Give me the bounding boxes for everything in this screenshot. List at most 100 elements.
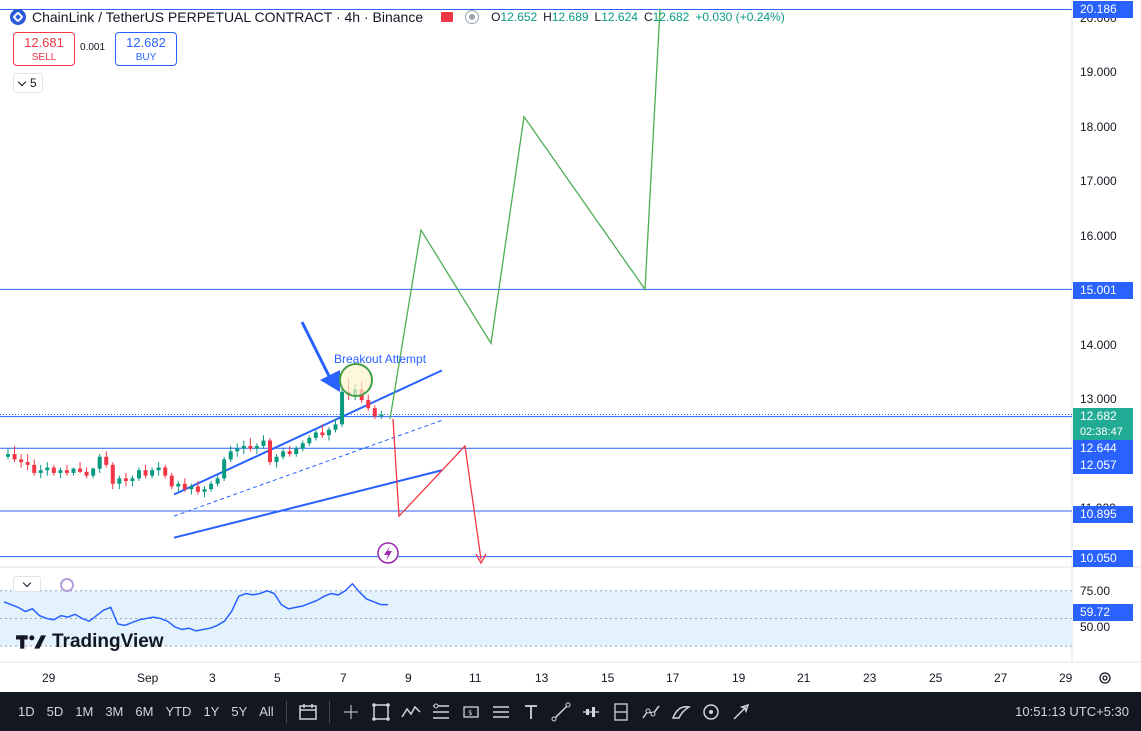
chart-area[interactable]: ChainLink / TetherUS PERPETUAL CONTRACT … — [0, 0, 1141, 692]
candle — [294, 445, 299, 457]
measure-icon[interactable] — [696, 692, 726, 731]
text-tool-icon[interactable] — [516, 692, 546, 731]
candle-body — [110, 464, 115, 484]
price-tick: 14.000 — [1080, 338, 1117, 352]
candle-body — [268, 440, 272, 463]
breakout-circle — [339, 363, 373, 397]
time-tick: 13 — [535, 671, 549, 685]
timeframe-5y[interactable]: 5Y — [225, 692, 253, 731]
candle — [307, 435, 312, 446]
candle — [143, 464, 148, 479]
level-tag-10050[interactable]: 10.050 — [1073, 550, 1133, 567]
buy-button[interactable]: 12.682 BUY — [115, 32, 177, 66]
line-tool-icon[interactable] — [546, 692, 576, 731]
candle-body — [307, 437, 312, 444]
candle-body — [78, 468, 83, 472]
clock-timezone[interactable]: 10:51:13 UTC+5:30 — [1015, 692, 1129, 731]
symbol-title[interactable]: ChainLink / TetherUS PERPETUAL CONTRACT … — [32, 9, 423, 25]
candle — [130, 475, 135, 487]
spread-value: 0.001 — [80, 42, 106, 53]
candle — [241, 440, 246, 455]
candle — [45, 462, 50, 476]
svg-text:$: $ — [468, 709, 472, 717]
timeframe-6m[interactable]: 6M — [129, 692, 159, 731]
channel-lower-line — [173, 469, 443, 539]
arrow-tool-icon[interactable] — [726, 692, 756, 731]
candle-body — [12, 454, 17, 460]
candle-body — [248, 445, 253, 449]
calendar-range-icon[interactable] — [293, 692, 323, 731]
flag-icon[interactable] — [441, 12, 454, 22]
candle — [300, 440, 305, 452]
timeframe-1m[interactable]: 1M — [69, 692, 99, 731]
candle — [169, 472, 174, 490]
rsi-collapse-toggle[interactable] — [13, 576, 41, 592]
candle-body — [169, 475, 174, 487]
time-tick: 9 — [405, 671, 412, 685]
fib-retracement-icon[interactable] — [426, 692, 456, 731]
position-icon[interactable] — [606, 692, 636, 731]
indicators-collapse-toggle[interactable]: 5 — [13, 73, 43, 93]
crosshair-select-icon[interactable] — [366, 692, 396, 731]
timeframe-1y[interactable]: 1Y — [197, 692, 225, 731]
timeframe-1d[interactable]: 1D — [12, 692, 41, 731]
candle-body — [38, 470, 43, 473]
chevron-down-icon — [22, 578, 32, 587]
candle-body — [58, 470, 63, 473]
time-tick: 27 — [994, 671, 1008, 685]
level-tag-12644[interactable]: 12.644 — [1073, 440, 1133, 457]
horizontal-levels — [0, 8, 1072, 558]
trendline-pattern-icon[interactable] — [396, 692, 426, 731]
candle-body — [91, 468, 96, 476]
symbol-legend: ChainLink / TetherUS PERPETUAL CONTRACT … — [10, 6, 785, 28]
channel-upper-line — [173, 369, 443, 496]
candle-body — [84, 471, 89, 476]
price-tick: 18.000 — [1080, 120, 1117, 134]
tradingview-logo[interactable]: TradingView — [16, 631, 164, 653]
path-icon[interactable] — [636, 692, 666, 731]
level-tag-10895[interactable]: 10.895 — [1073, 506, 1133, 523]
brand-name: TradingView — [52, 631, 164, 652]
candle — [38, 464, 43, 479]
sell-button[interactable]: 12.681 SELL — [13, 32, 75, 66]
candle-body — [261, 440, 266, 446]
candle — [25, 454, 30, 471]
candle-body — [130, 478, 135, 482]
timeframe-all[interactable]: All — [253, 692, 279, 731]
candle — [222, 456, 227, 482]
refresh-icon[interactable] — [60, 578, 74, 592]
candle — [84, 467, 89, 479]
breakout-annotation[interactable]: Breakout Attempt — [334, 352, 426, 366]
timeframe-ytd[interactable]: YTD — [159, 692, 197, 731]
level-tag-12057[interactable]: 12.057 — [1073, 457, 1133, 474]
timeframe-3m[interactable]: 3M — [99, 692, 129, 731]
candle-body — [254, 445, 259, 449]
time-tick: 29 — [1059, 671, 1073, 685]
candle — [123, 472, 128, 487]
timeframe-5d[interactable]: 5D — [41, 692, 70, 731]
candle-body — [182, 483, 187, 490]
candle-body — [45, 467, 50, 471]
brush-icon[interactable] — [666, 692, 696, 731]
candle — [32, 459, 37, 476]
candle-body — [326, 429, 331, 436]
candle — [150, 467, 155, 479]
candle-body — [333, 424, 338, 430]
candle-body — [104, 456, 109, 465]
candle-body — [71, 468, 76, 473]
parallel-channel-icon[interactable]: $ — [456, 692, 486, 731]
forecast-icon[interactable] — [576, 692, 606, 731]
gann-fan-icon[interactable] — [486, 692, 516, 731]
level-tag-15001[interactable]: 15.001 — [1073, 282, 1133, 299]
time-tick: 3 — [209, 671, 216, 685]
price-chart-svg[interactable] — [0, 0, 1141, 692]
candle-body — [202, 489, 207, 492]
candle-body — [143, 470, 148, 476]
level-tag-20186[interactable]: 20.186 — [1073, 1, 1133, 18]
candle-body — [176, 483, 181, 487]
time-tick: 19 — [732, 671, 746, 685]
candle — [366, 394, 371, 411]
cursor-icon[interactable] — [336, 692, 366, 731]
time-tick: 23 — [863, 671, 877, 685]
gear-icon[interactable] — [1098, 671, 1112, 685]
